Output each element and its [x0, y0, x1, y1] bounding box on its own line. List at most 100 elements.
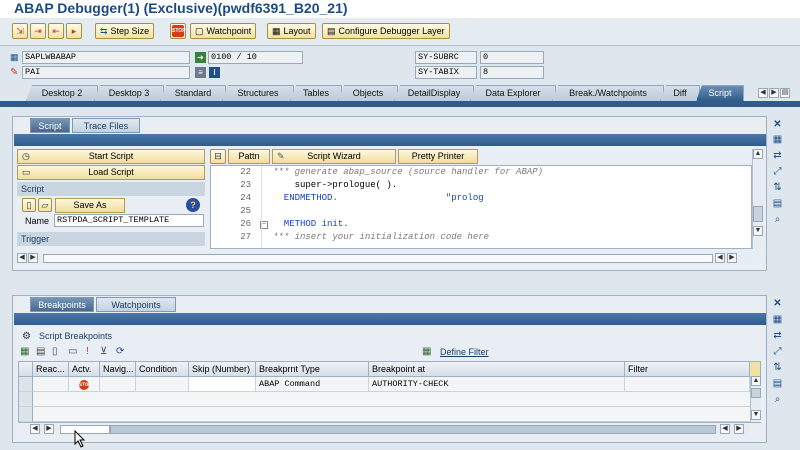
bp-filter-icon[interactable]: ⊻: [100, 346, 107, 357]
bp-select-icon[interactable]: ▭: [68, 346, 77, 357]
layout-button[interactable]: ▦ Layout: [267, 23, 316, 39]
tab-trace-files[interactable]: Trace Files: [72, 118, 140, 133]
row-selector[interactable]: [19, 377, 33, 392]
info-icon[interactable]: i: [209, 67, 220, 78]
script-wizard-button[interactable]: ✎ Script Wizard: [272, 149, 396, 164]
scroll-up-icon[interactable]: ▲: [753, 149, 763, 159]
tab-detaildisplay[interactable]: DetailDisplay: [394, 85, 474, 101]
bp-copy-icon[interactable]: ▯: [52, 346, 58, 357]
cell-actv[interactable]: STOP: [69, 377, 100, 392]
scroll-left-end-icon[interactable]: ◀: [715, 253, 725, 263]
replace-tool-icon[interactable]: ⇄: [771, 149, 784, 162]
bp-maximize-icon[interactable]: ⤢: [771, 345, 784, 358]
step-size-button[interactable]: ⇆ Step Size: [95, 23, 155, 39]
script-name-field[interactable]: RSTPDA_SCRIPT_TEMPLATE: [54, 214, 204, 227]
bp-refresh-icon[interactable]: ⟳: [116, 346, 124, 357]
start-script-button[interactable]: ◷ Start Script: [17, 149, 205, 164]
bp-delete-icon[interactable]: !: [86, 346, 89, 357]
help-icon[interactable]: ?: [186, 198, 200, 212]
column-settings-icon[interactable]: [750, 362, 761, 377]
scroll-thumb[interactable]: [753, 206, 763, 222]
tab-desktop-2[interactable]: Desktop 2: [26, 85, 98, 101]
open-script-icon[interactable]: ▱: [38, 198, 52, 212]
services-icon[interactable]: ▤: [771, 197, 784, 210]
save-as-button[interactable]: Save As: [55, 198, 125, 213]
table-scroll-thumb[interactable]: [751, 388, 761, 398]
tab-watchpoints[interactable]: Watchpoints: [96, 297, 176, 312]
stop-icon[interactable]: STOP: [170, 23, 186, 39]
tab-script-sub[interactable]: Script: [30, 118, 70, 133]
tab-objects[interactable]: Objects: [338, 85, 398, 101]
table-scroll-up-icon[interactable]: ▲: [751, 376, 761, 386]
continue-icon[interactable]: ▸: [66, 23, 82, 39]
bp-new-icon[interactable]: ▦: [20, 346, 29, 357]
row-selector[interactable]: [19, 392, 33, 407]
column-header[interactable]: Actv.: [69, 362, 100, 377]
step-into-icon[interactable]: ⇲: [12, 23, 28, 39]
select-all-header[interactable]: [19, 362, 33, 377]
define-filter-icon[interactable]: ▦: [422, 346, 431, 357]
column-header[interactable]: Reac...: [33, 362, 69, 377]
scroll-left-icon[interactable]: ◀: [17, 253, 27, 263]
return-icon[interactable]: ⇤: [48, 23, 64, 39]
column-header[interactable]: Condition: [136, 362, 189, 377]
new-tool-icon[interactable]: ▦: [771, 133, 784, 146]
bp-replace-tool-icon[interactable]: ⇄: [771, 329, 784, 342]
hscroll-thumb[interactable]: [43, 254, 713, 263]
tab-script[interactable]: Script: [696, 85, 744, 101]
table-hscroll-track[interactable]: [110, 425, 716, 434]
maximize-icon[interactable]: ⤢: [771, 165, 784, 178]
tab-breakpoints[interactable]: Breakpoints: [30, 297, 94, 312]
load-script-button[interactable]: ▭ Load Script: [17, 165, 205, 180]
tab-desktop-3[interactable]: Desktop 3: [94, 85, 164, 101]
column-header[interactable]: Navig...: [100, 362, 136, 377]
pretty-printer-button[interactable]: Pretty Printer: [398, 149, 478, 164]
configure-layer-button[interactable]: ▤ Configure Debugger Layer: [322, 23, 450, 39]
table-vscrollbar[interactable]: ▲ ▼: [750, 376, 761, 422]
bp-edit-icon[interactable]: ▤: [36, 346, 45, 357]
navigate-icon[interactable]: ➜: [195, 52, 206, 63]
table-scroll-left-icon[interactable]: ◀: [30, 424, 40, 434]
tab-structures[interactable]: Structures: [222, 85, 294, 101]
close-icon[interactable]: ✕: [771, 118, 784, 131]
tabs-menu-icon[interactable]: ▤: [780, 88, 790, 98]
scroll-down-icon[interactable]: ▼: [753, 226, 763, 236]
table-hscrollbar[interactable]: ◀ ▶ ◀ ▶: [30, 424, 750, 435]
column-header[interactable]: Filter: [625, 362, 750, 377]
tabs-scroll-right-icon[interactable]: ▶: [769, 88, 779, 98]
bp-new-tool-icon[interactable]: ▦: [771, 313, 784, 326]
bp-close-icon[interactable]: ✕: [771, 297, 784, 310]
new-script-icon[interactable]: ▯: [22, 198, 36, 212]
table-scroll-right-icon[interactable]: ▶: [44, 424, 54, 434]
swap-icon[interactable]: ⇅: [771, 181, 784, 194]
bp-search-icon[interactable]: ⌕: [771, 393, 784, 406]
scroll-right-icon[interactable]: ▶: [28, 253, 38, 263]
define-filter-link[interactable]: Define Filter: [440, 347, 489, 357]
code-hscrollbar[interactable]: ◀ ▶ ◀ ▶: [17, 253, 752, 264]
column-header[interactable]: Skip (Number): [189, 362, 256, 377]
list-icon[interactable]: ≡: [195, 67, 206, 78]
row-selector[interactable]: [19, 407, 33, 422]
tab-data-explorer[interactable]: Data Explorer: [470, 85, 556, 101]
code-vscrollbar[interactable]: ▲ ▼: [752, 149, 763, 249]
column-header[interactable]: Breakprnt Type: [256, 362, 369, 377]
tab-standard[interactable]: Standard: [160, 85, 226, 101]
tab-break-watchpoints[interactable]: Break./Watchpoints: [552, 85, 664, 101]
execute-icon[interactable]: ⇥: [30, 23, 46, 39]
search-icon[interactable]: ⌕: [771, 213, 784, 226]
bp-services-icon[interactable]: ▤: [771, 377, 784, 390]
bp-swap-icon[interactable]: ⇅: [771, 361, 784, 374]
table-scroll-left-end-icon[interactable]: ◀: [720, 424, 730, 434]
table-scroll-down-icon[interactable]: ▼: [751, 410, 761, 420]
table-scroll-right-end-icon[interactable]: ▶: [734, 424, 744, 434]
watchpoint-button[interactable]: ▢ Watchpoint: [190, 23, 257, 39]
tabs-scroll-left-icon[interactable]: ◀: [758, 88, 768, 98]
pattern-icon[interactable]: ⊟: [210, 149, 226, 164]
scroll-right-end-icon[interactable]: ▶: [727, 253, 737, 263]
cell-skip[interactable]: [189, 377, 256, 392]
code-editor[interactable]: 22 *** generate abap_source (source hand…: [210, 165, 752, 249]
column-header[interactable]: Breakpoint at: [369, 362, 625, 377]
tab-diff[interactable]: Diff: [660, 85, 700, 101]
pattn-button[interactable]: Pattn: [228, 149, 270, 164]
tab-tables[interactable]: Tables: [290, 85, 342, 101]
